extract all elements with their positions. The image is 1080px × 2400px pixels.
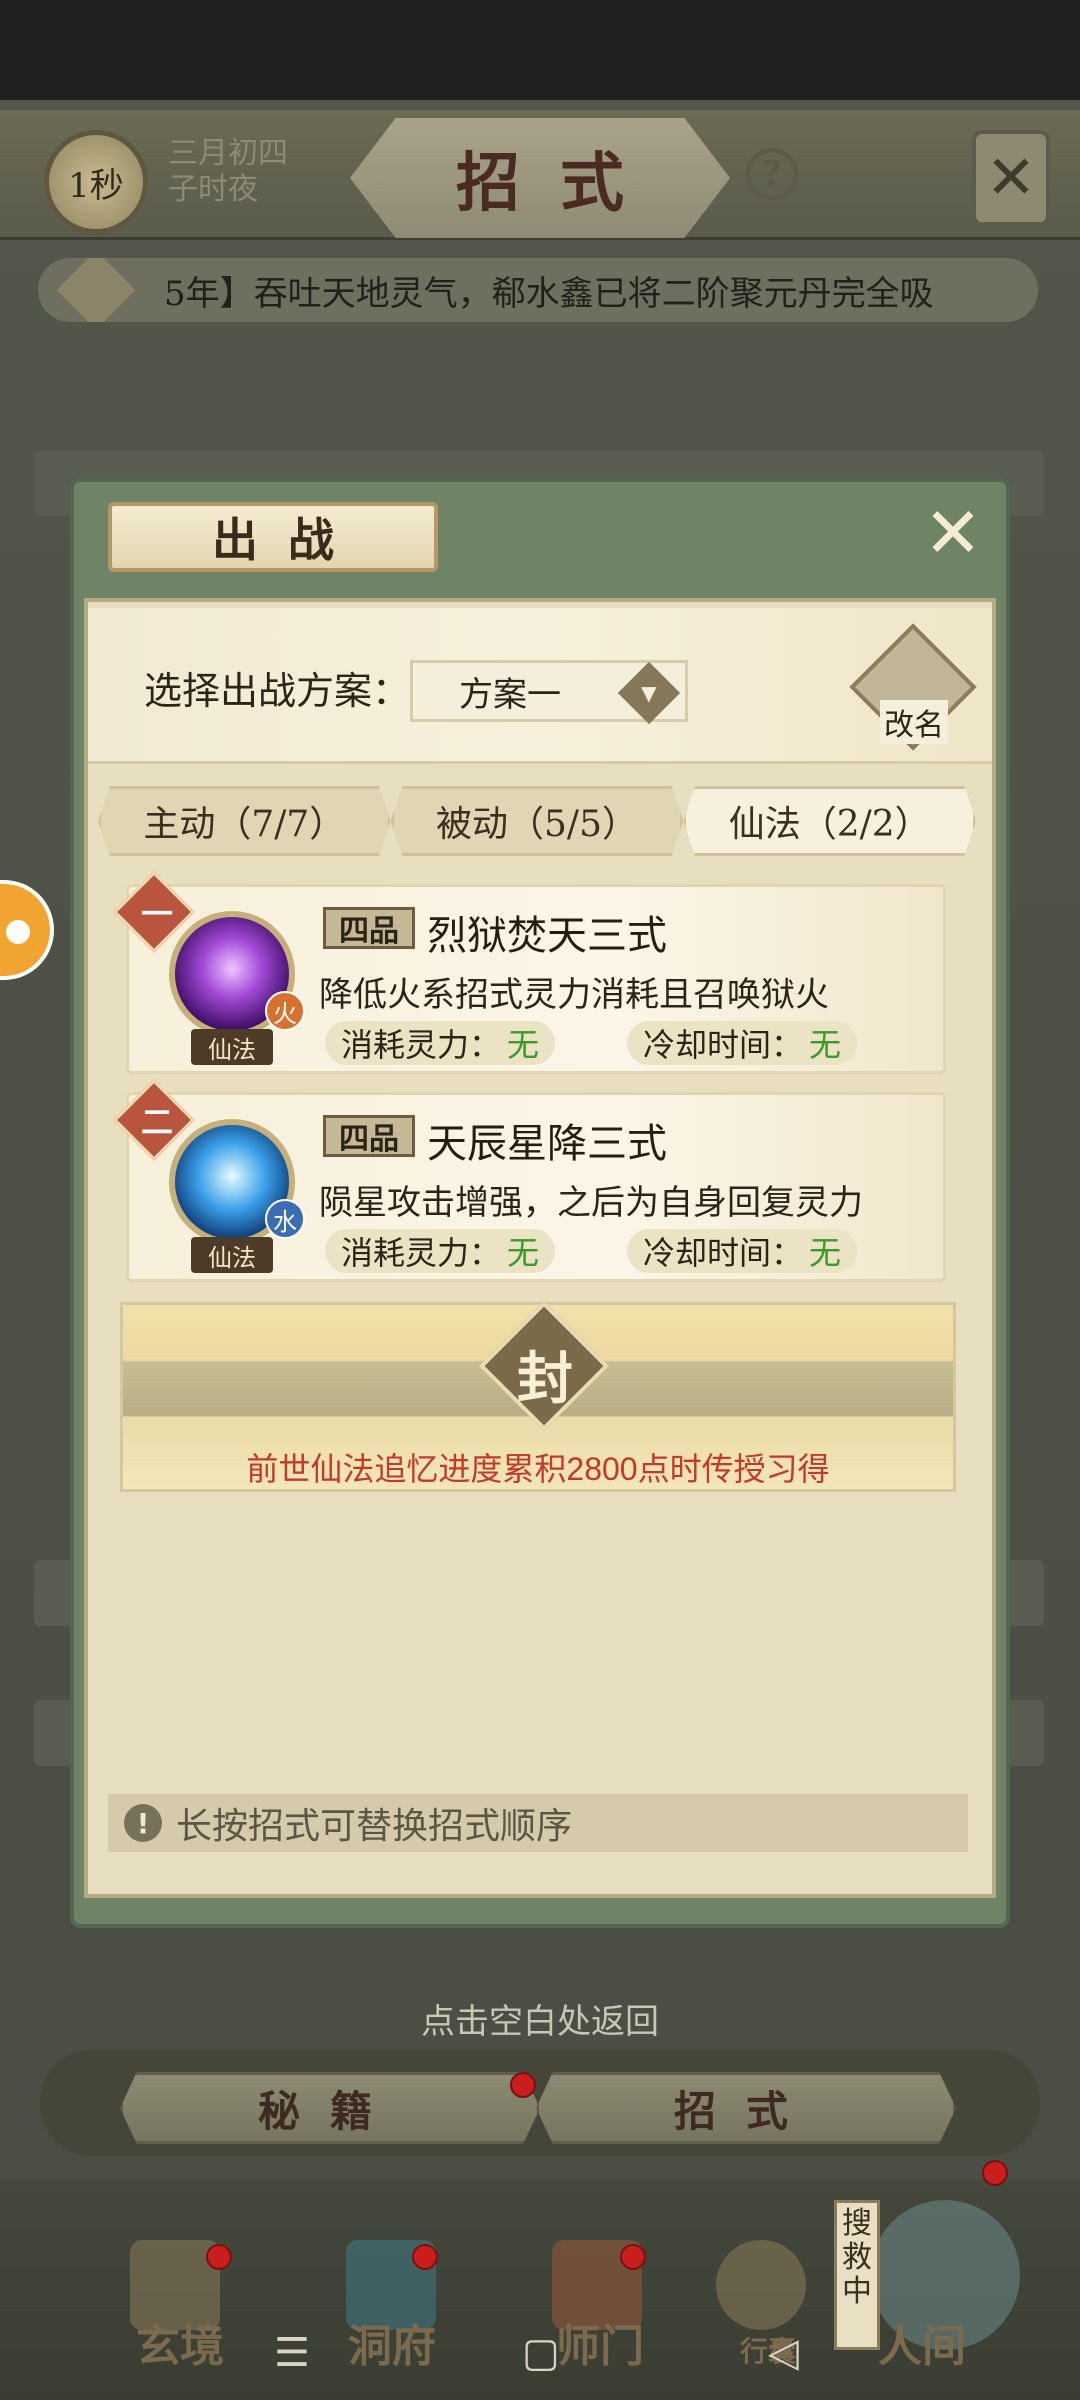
plan-dropdown[interactable]: 方案一 ▼ xyxy=(410,660,688,725)
chevron-down-icon: ▼ xyxy=(617,661,681,725)
notification-dot xyxy=(206,2244,232,2270)
game-screen: { "header": { "timer": "1秒", "date_line1… xyxy=(0,0,1080,2400)
skill-type-tag: 仙法 xyxy=(191,1237,273,1273)
info-icon: ! xyxy=(124,1804,162,1842)
timer-text: 1秒 xyxy=(68,165,124,206)
hint-text: 长按招式可替换招式顺序 xyxy=(176,1806,573,1847)
cooldown-stat: 冷却时间：无 xyxy=(627,1021,858,1065)
page-title: 招式 xyxy=(350,118,730,238)
menu-icon[interactable]: ☰ xyxy=(274,2330,310,2376)
skill-type-tag: 仙法 xyxy=(191,1029,273,1065)
cooldown-value: 无 xyxy=(809,1026,842,1064)
plan-selector-panel: 选择出战方案： 方案一 ▼ 改名 xyxy=(88,608,992,764)
skill-description: 陨星攻击增强，之后为自身回复灵力 xyxy=(319,1183,863,1223)
cost-label: 消耗灵力： xyxy=(341,1234,502,1272)
back-icon[interactable]: ◁ xyxy=(768,2330,799,2376)
cooldown-value: 无 xyxy=(809,1234,842,1272)
notification-dot xyxy=(412,2244,438,2270)
cost-value: 无 xyxy=(507,1234,540,1272)
element-badge: 水 xyxy=(265,1199,305,1239)
date-line-2: 子时夜 xyxy=(168,172,258,207)
page-title-text: 招式 xyxy=(456,146,664,221)
home-icon[interactable]: ▢ xyxy=(522,2330,560,2376)
nav-sect[interactable]: 师门 xyxy=(556,2310,644,2374)
skill-card[interactable]: 二 水 仙法 四品 天辰星降三式 陨星攻击增强，之后为自身回复灵力 消耗灵力：无… xyxy=(112,1078,946,1282)
seal-label: 封 xyxy=(517,1346,573,1412)
cost-stat: 消耗灵力：无 xyxy=(325,1229,556,1273)
notification-dot xyxy=(510,2072,536,2098)
modal-title-text: 出战 xyxy=(212,513,364,567)
skill-name: 天辰星降三式 xyxy=(427,1121,667,1167)
status-bar xyxy=(0,0,1080,100)
tab-manuals[interactable]: 秘籍 xyxy=(120,2072,540,2144)
rank-number: 一 xyxy=(141,895,174,933)
date-line-1: 三月初四 xyxy=(168,136,288,171)
plan-label: 选择出战方案： xyxy=(144,669,411,713)
skill-card[interactable]: 一 火 仙法 四品 烈狱焚天三式 降低火系招式灵力消耗且召唤狱火 消耗灵力：无 … xyxy=(112,870,946,1074)
tab-moves[interactable]: 招式 xyxy=(536,2072,956,2144)
ticker-text: 5年】吞吐天地灵气，郗水鑫已将二阶聚元丹完全吸 xyxy=(164,273,934,314)
nav-world[interactable]: 人间 xyxy=(878,2310,966,2374)
timer-badge: 1秒 xyxy=(44,130,148,234)
hint-bar: ! 长按招式可替换招式顺序 xyxy=(108,1794,968,1852)
return-hint[interactable]: 点击空白处返回 xyxy=(0,1994,1080,2043)
plan-dropdown-value: 方案一 xyxy=(459,674,561,715)
tab-immortal-arts[interactable]: 仙法（2/2） xyxy=(683,786,977,856)
searching-badge: 搜救中 xyxy=(834,2200,880,2350)
notification-dot xyxy=(982,2160,1008,2186)
skill-description: 降低火系招式灵力消耗且召唤狱火 xyxy=(319,975,829,1015)
tab-active-skills[interactable]: 主动（7/7） xyxy=(98,786,391,856)
cost-value: 无 xyxy=(507,1026,540,1064)
skill-grade: 四品 xyxy=(323,907,415,949)
help-icon[interactable]: ? xyxy=(746,148,798,200)
tab-passive-skills[interactable]: 被动（5/5） xyxy=(390,786,684,856)
cooldown-stat: 冷却时间：无 xyxy=(627,1229,858,1273)
unlock-requirement: 前世仙法追忆进度累积2800点时传授习得 xyxy=(246,1451,830,1487)
close-icon[interactable]: ✕ xyxy=(972,130,1050,226)
skill-name: 烈狱焚天三式 xyxy=(427,913,667,959)
bag-icon xyxy=(716,2240,806,2330)
cooldown-label: 冷却时间： xyxy=(643,1026,804,1064)
cooldown-label: 冷却时间： xyxy=(643,1234,804,1272)
bell-icon xyxy=(56,258,136,322)
cost-label: 消耗灵力： xyxy=(341,1026,502,1064)
rename-button[interactable]: 改名 xyxy=(880,700,948,744)
skill-grade: 四品 xyxy=(323,1115,415,1157)
news-ticker: 5年】吞吐天地灵气，郗水鑫已将二阶聚元丹完全吸 xyxy=(38,258,1038,322)
nav-cave[interactable]: 洞府 xyxy=(348,2310,436,2374)
gamepad-icon xyxy=(6,920,30,944)
game-date: 三月初四 子时夜 xyxy=(168,136,288,208)
element-badge: 火 xyxy=(265,991,305,1031)
modal-close-icon[interactable]: ✕ xyxy=(918,498,988,568)
rank-number: 二 xyxy=(141,1103,174,1141)
skill-type-tabs: 主动（7/7） 被动（5/5） 仙法（2/2） xyxy=(98,786,977,856)
modal-title: 出战 xyxy=(108,502,438,572)
notification-dot xyxy=(620,2244,646,2270)
nav-realm[interactable]: 玄境 xyxy=(136,2310,224,2374)
cost-stat: 消耗灵力：无 xyxy=(325,1021,556,1065)
